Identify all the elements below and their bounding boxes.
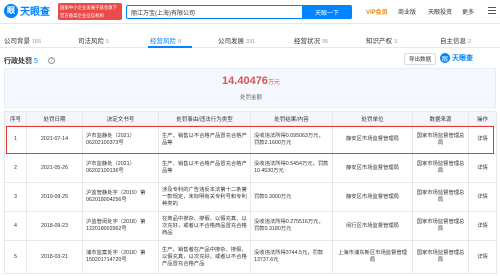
official-badge: 国家中小企业发展子基金旗下 官方备案企业征信机构	[58, 3, 122, 20]
nav-tianyan-invest[interactable]: 天眼投资	[428, 7, 452, 16]
table-row: 5 2018-03-21 浦市监案处字（2018）第150201714720号 …	[4, 240, 497, 274]
cell-authority: 静安区市场监督管理局	[332, 125, 413, 154]
col-date: 处罚日期	[26, 111, 83, 126]
export-button[interactable]: 导出数据	[404, 53, 436, 65]
detail-link[interactable]: 详情	[468, 125, 497, 154]
cell-date: 2021-07-14	[26, 125, 83, 154]
col-result: 处罚结果/内容	[250, 111, 333, 126]
tianyancha-logo-icon: 眼	[4, 3, 18, 18]
col-authority: 处罚单位	[332, 111, 413, 126]
penalty-total-label: 处罚金额	[239, 95, 262, 101]
cell-no: 2	[4, 153, 27, 183]
cell-reason: 生产、销售以不合格产品冒充合格产品等	[158, 153, 251, 183]
cell-reason: 涉及专利的广告违反本法第十二条第一款规定，未标明有关专利号和专利种类的	[158, 182, 251, 212]
cell-no: 4	[4, 211, 27, 241]
cell-result: 罚款0.3000万元	[250, 182, 333, 212]
search-box: 丽江万宝(上海)有限公司 天眼一下	[126, 5, 352, 19]
cell-result: 没收违法所得0.275516万元，罚款0.3180万元	[250, 211, 333, 241]
table-row: 4 2018-09-23 沪监管闵处字（2018）第122018002962号 …	[4, 211, 497, 241]
table-row: 1 2021-07-14 沪市监静处（2021）06202100373号 生产、…	[4, 125, 497, 154]
tab-company-development[interactable]: 公司发展 331	[218, 35, 255, 45]
tab-intellectual-property[interactable]: 知识产权 3	[366, 35, 397, 45]
col-no: 序号	[4, 111, 27, 126]
cell-no: 3	[4, 182, 27, 212]
table-header: 序号 处罚日期 决定文书号 处罚事由/违法行为类型 处罚结果/内容 处罚单位 数…	[4, 111, 497, 126]
col-doc: 决定文书号	[82, 111, 159, 126]
penalty-table: 序号 处罚日期 决定文书号 处罚事由/违法行为类型 处罚结果/内容 处罚单位 数…	[4, 111, 497, 274]
cell-result: 没收违法所得0.5454万元，罚款10.4530万元	[250, 153, 333, 183]
tab-operating-status[interactable]: 经营状况 95	[294, 35, 328, 45]
tab-bar: 公司背景 165 司法风险 5 经营风险 8 公司发展 331 经营状况 95 知识产权 3…	[0, 30, 500, 48]
watermark-logo: 眼 天眼查	[440, 53, 473, 63]
cell-doc[interactable]: 沪监管闵处字（2018）第122018002962号	[82, 211, 159, 241]
section-title: 行政处罚 5	[4, 58, 38, 65]
cell-source: 国家市场监督管理总局	[412, 211, 469, 241]
detail-link[interactable]: 详情	[468, 211, 497, 241]
active-tab-indicator	[148, 46, 192, 48]
cell-no: 1	[4, 125, 27, 154]
cell-authority: 静安区市场监督管理局	[332, 182, 413, 212]
cell-no: 5	[4, 240, 27, 274]
table-row: 3 2019-09-25 沪监管静处字（2019）第062018004256号 …	[4, 182, 497, 212]
cell-date: 2021-05-26	[26, 153, 83, 183]
cell-date: 2018-09-23	[26, 211, 83, 241]
detail-link[interactable]: 详情	[468, 240, 497, 274]
col-reason: 处罚事由/违法行为类型	[158, 111, 251, 126]
cell-source: 国家市场监督管理总局	[412, 240, 469, 274]
table-row: 2 2021-05-26 沪市监静处（2021）06202100136号 生产、…	[4, 153, 497, 183]
watermark-text: 天眼查	[452, 55, 473, 62]
menu-icon[interactable]	[488, 7, 496, 14]
nav-more[interactable]: 更多	[462, 7, 474, 16]
cell-reason: 生产、销售以不合格产品冒充合格产品等	[158, 125, 251, 154]
cell-reason: 在商品中掺杂、掺假，以假充真、以次充好，或者以不合格商品冒充合格商品	[158, 211, 251, 241]
detail-link[interactable]: 详情	[468, 153, 497, 183]
nav-business[interactable]: 商业版	[398, 7, 416, 16]
cell-source: 国家市场监督管理总局	[412, 153, 469, 183]
cell-authority: 上海市浦东新区市场监督管理局	[332, 240, 413, 274]
nav-vip[interactable]: VIP会员	[366, 7, 388, 16]
cell-date: 2018-03-21	[26, 240, 83, 274]
cell-result: 没收违法所得0.095063万元，罚款2.1600万元	[250, 125, 333, 154]
cell-authority: 闵行区市场监督管理局	[332, 211, 413, 241]
search-input[interactable]: 丽江万宝(上海)有限公司	[131, 8, 195, 17]
search-button[interactable]: 天眼一下	[302, 5, 352, 19]
top-bar: 眼 天眼查 国家中小企业发展子基金旗下 官方备案企业征信机构 丽江万宝(上海)有…	[0, 0, 500, 24]
cell-reason: 生产、销售者在产品中掺杂、掺假，以假充真，以次充好，或者以不合格产品冒充合格产品	[158, 240, 251, 274]
logo-text: 天眼查	[20, 7, 50, 18]
cell-doc[interactable]: 沪市监静处（2021）06202100136号	[82, 153, 159, 183]
info-icon[interactable]: ?	[48, 57, 55, 64]
penalty-total: 14.40476万元	[222, 75, 280, 87]
cell-doc[interactable]: 沪市监静处（2021）06202100373号	[82, 125, 159, 154]
tab-operational-risk[interactable]: 经营风险 8	[150, 35, 181, 45]
col-source: 数据来源	[412, 111, 469, 126]
tab-judicial-risk[interactable]: 司法风险 5	[78, 35, 109, 45]
logo[interactable]: 眼 天眼查	[4, 3, 50, 18]
cell-result: 没收违法所得3744.5元，罚款13737.6元	[250, 240, 333, 274]
watermark-icon: 眼	[440, 53, 450, 63]
cell-authority: 静安区市场监督管理局	[332, 153, 413, 183]
cell-doc[interactable]: 沪监管静处字（2019）第062018004256号	[82, 182, 159, 212]
cell-doc[interactable]: 浦市监案处字（2018）第150201714720号	[82, 240, 159, 274]
tab-company-background[interactable]: 公司背景 165	[4, 35, 41, 45]
penalty-summary: 14.40476万元 处罚金额	[4, 68, 496, 108]
tab-self-info[interactable]: 自主信息 2	[440, 35, 471, 45]
cell-source: 国家市场监督管理总局	[412, 125, 469, 154]
cell-source: 国家市场监督管理总局	[412, 182, 469, 212]
detail-link[interactable]: 详情	[468, 182, 497, 212]
cell-date: 2019-09-25	[26, 182, 83, 212]
col-action: 操作	[468, 111, 497, 126]
